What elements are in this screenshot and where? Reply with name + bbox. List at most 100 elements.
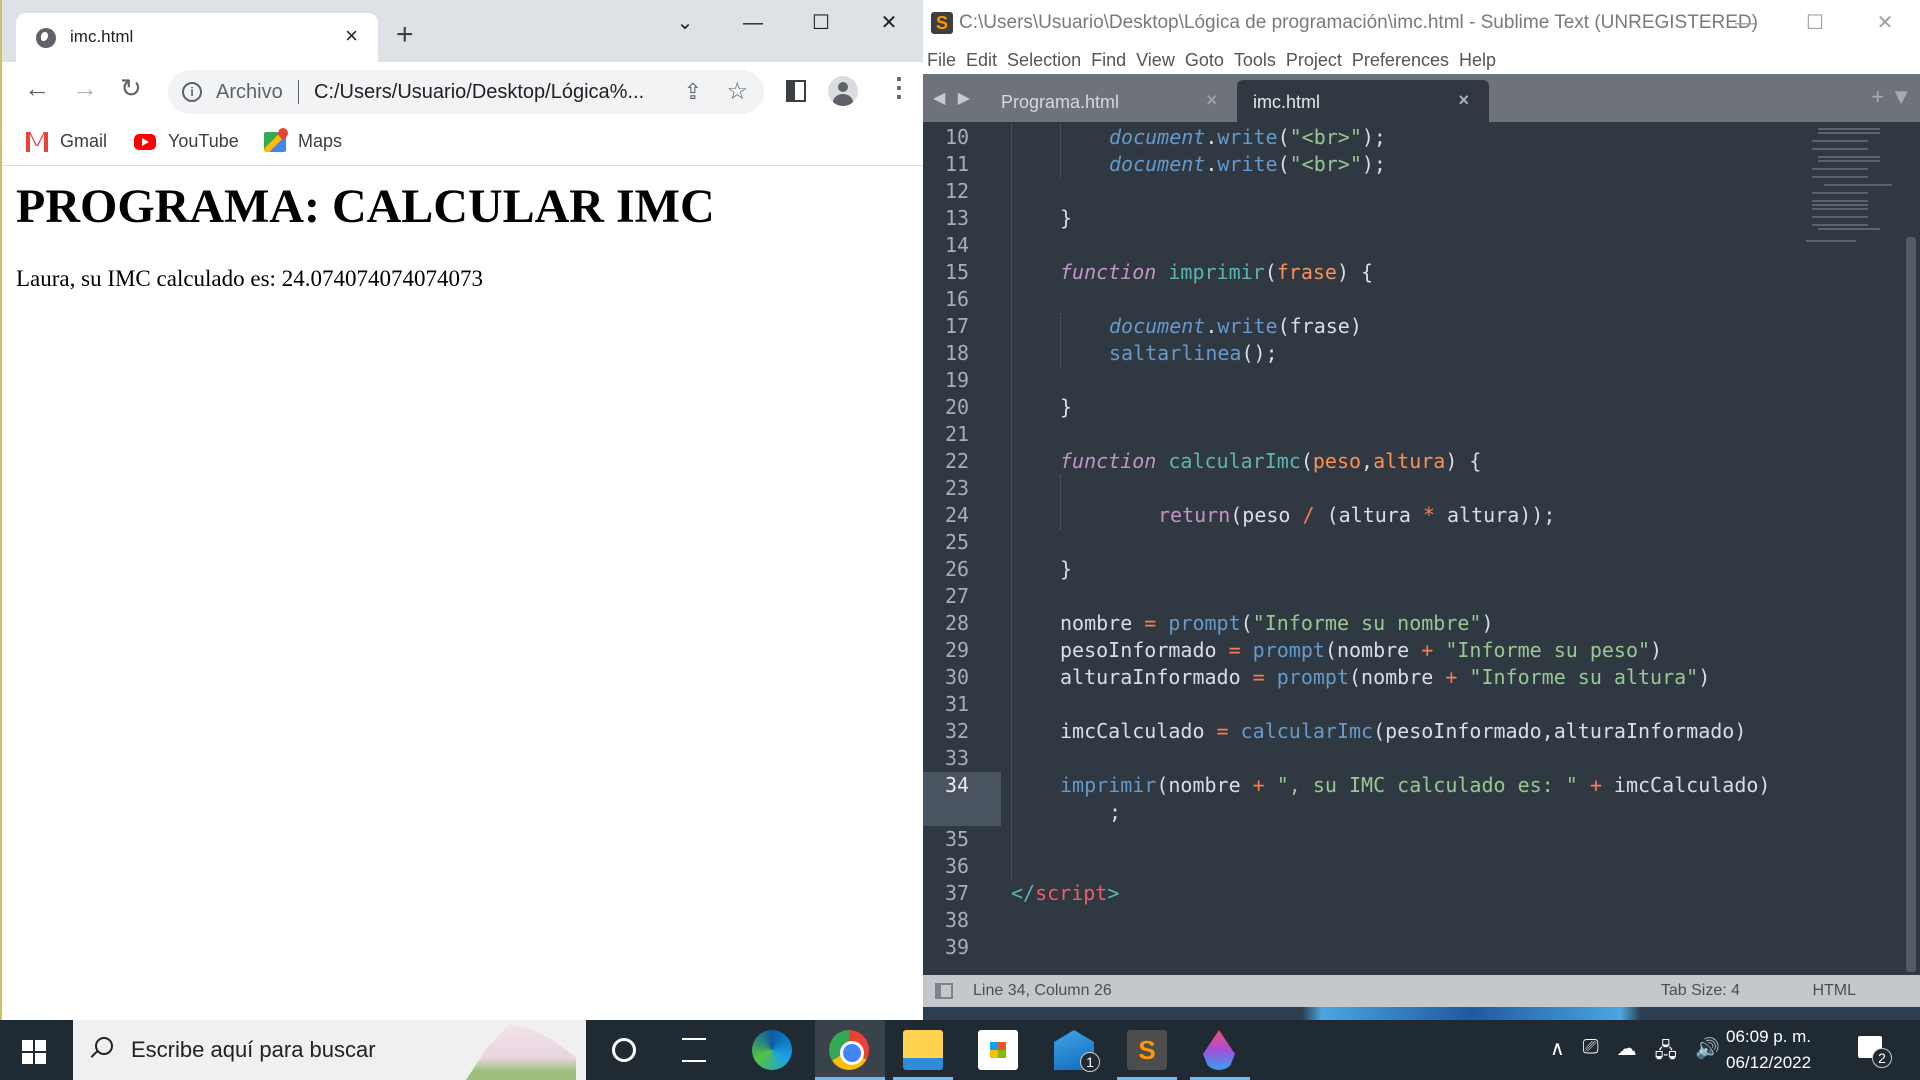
menu-preferences[interactable]: Preferences xyxy=(1352,46,1449,74)
windows-start-icon[interactable] xyxy=(22,1040,46,1064)
tab-size-selector[interactable]: Tab Size: 4 xyxy=(1661,982,1740,1000)
code-line[interactable]: 36 xyxy=(923,853,1920,880)
sublime-text-icon[interactable]: S xyxy=(1127,1030,1167,1070)
address-bar[interactable]: i Archivo C:/Users/Usuario/Desktop/Lógic… xyxy=(168,70,764,114)
code-line[interactable]: 38 xyxy=(923,907,1920,934)
site-info-icon[interactable]: i xyxy=(182,82,202,102)
maximize-button[interactable]: ☐ xyxy=(787,0,855,46)
bookmark-youtube[interactable]: YouTube xyxy=(134,131,239,152)
windows-taskbar: Escribe aquí para buscar 1 S ∧ ⎚ ☁ 🖧 🔊 0… xyxy=(0,1020,1920,1080)
new-tab-button[interactable]: + xyxy=(396,20,414,50)
chrome-menu-icon[interactable]: ⋮ xyxy=(886,74,912,100)
code-line[interactable]: 11 document.write("<br>"); xyxy=(923,151,1920,178)
share-icon[interactable]: ⇪ xyxy=(684,79,702,105)
menu-file[interactable]: File xyxy=(927,46,956,74)
onedrive-icon[interactable]: ☁ xyxy=(1617,1036,1637,1070)
chrome-tab-imc[interactable]: imc.html × xyxy=(16,13,378,63)
code-line[interactable]: 15 function imprimir(frase) { xyxy=(923,259,1920,286)
cortana-icon[interactable] xyxy=(612,1038,636,1062)
minimize-button[interactable]: — xyxy=(719,0,787,46)
syntax-selector[interactable]: HTML xyxy=(1812,982,1856,1000)
menu-view[interactable]: View xyxy=(1136,46,1175,74)
new-tab-dropdown-icon[interactable]: + ▼ xyxy=(1871,84,1912,110)
side-panel-icon[interactable] xyxy=(786,80,806,102)
code-line[interactable]: 37 </script> xyxy=(923,880,1920,907)
code-line[interactable]: 28 nombre = prompt("Informe su nombre") xyxy=(923,610,1920,637)
menu-tools[interactable]: Tools xyxy=(1234,46,1276,74)
code-line[interactable]: 16 xyxy=(923,286,1920,313)
code-line[interactable]: 22 function calcularImc(peso,altura) { xyxy=(923,448,1920,475)
code-line[interactable]: 32 imcCalculado = calcularImc(pesoInforma… xyxy=(923,718,1920,745)
task-view-icon[interactable] xyxy=(682,1038,706,1062)
tab-close-icon[interactable]: × xyxy=(1206,90,1217,111)
code-token: * xyxy=(1422,503,1435,527)
bookmark-gmail[interactable]: Gmail xyxy=(26,131,107,152)
menu-selection[interactable]: Selection xyxy=(1007,46,1081,74)
code-token: / xyxy=(1302,503,1315,527)
url-text[interactable]: C:/Users/Usuario/Desktop/Lógica%... xyxy=(314,81,644,104)
menu-find[interactable]: Find xyxy=(1091,46,1126,74)
toggle-panel-icon[interactable] xyxy=(935,983,953,999)
back-button[interactable]: ← xyxy=(24,75,50,101)
code-line[interactable]: 39 xyxy=(923,934,1920,961)
code-line[interactable]: 12 xyxy=(923,178,1920,205)
line-number: 23 xyxy=(945,476,970,500)
menu-project[interactable]: Project xyxy=(1286,46,1342,74)
code-line[interactable]: 20} xyxy=(923,394,1920,421)
code-line[interactable]: 34 imprimir(nombre + ", su IMC calculado … xyxy=(923,772,1920,799)
bookmark-maps[interactable]: Maps xyxy=(264,131,342,152)
cursor-position[interactable]: Line 34, Column 26 xyxy=(973,982,1112,1000)
code-line[interactable]: 31 xyxy=(923,691,1920,718)
code-line[interactable]: 26} xyxy=(923,556,1920,583)
action-center-icon[interactable]: 2 xyxy=(1858,1036,1892,1068)
close-button[interactable]: ✕ xyxy=(1850,0,1920,46)
code-line[interactable]: 17 document.write(frase) xyxy=(923,313,1920,340)
code-line[interactable]: 14 xyxy=(923,232,1920,259)
close-button[interactable]: ✕ xyxy=(855,0,923,46)
taskbar-search-box[interactable]: Escribe aquí para buscar xyxy=(73,1020,586,1080)
code-token: document xyxy=(1109,314,1206,338)
code-line[interactable]: 13} xyxy=(923,205,1920,232)
tab-scroll-arrows-icon[interactable]: ◀ ▶ xyxy=(933,88,974,108)
code-line[interactable]: 30 alturaInformado = prompt(nombre + "Inf… xyxy=(923,664,1920,691)
code-line[interactable]: 25 xyxy=(923,529,1920,556)
code-line[interactable]: 24 return(peso / (altura * altura)); xyxy=(923,502,1920,529)
file-explorer-icon[interactable] xyxy=(903,1030,943,1070)
code-line[interactable]: 19 xyxy=(923,367,1920,394)
maximize-button[interactable]: ☐ xyxy=(1780,0,1850,46)
show-hidden-icons-chevron-icon[interactable]: ∧ xyxy=(1550,1036,1565,1070)
code-token: imprimir xyxy=(1060,773,1157,797)
menu-edit[interactable]: Edit xyxy=(966,46,997,74)
tab-close-icon[interactable]: × xyxy=(1458,90,1469,111)
code-line[interactable]: 10 document.write("<br>"); xyxy=(923,124,1920,151)
bookmark-star-icon[interactable]: ☆ xyxy=(726,77,748,106)
taskbar-clock[interactable]: 06:09 p. m. 06/12/2022 xyxy=(1726,1024,1811,1076)
meet-now-icon[interactable]: ⎚ xyxy=(1583,1036,1599,1070)
code-line[interactable]: 23 xyxy=(923,475,1920,502)
chrome-icon[interactable] xyxy=(829,1030,869,1070)
code-line[interactable]: 29 pesoInformado = prompt(nombre + "Infor… xyxy=(923,637,1920,664)
menu-help[interactable]: Help xyxy=(1459,46,1496,74)
editor-tab-imc[interactable]: imc.html × xyxy=(1237,80,1489,122)
minimize-button[interactable]: — xyxy=(1710,0,1780,46)
tab-close-icon[interactable]: × xyxy=(345,23,358,49)
profile-avatar[interactable] xyxy=(828,76,858,106)
code-line[interactable]: 27 xyxy=(923,583,1920,610)
menu-goto[interactable]: Goto xyxy=(1185,46,1224,74)
tab-search-dropdown-icon[interactable]: ⌄ xyxy=(651,0,719,46)
editor-tab-programa[interactable]: Programa.html × xyxy=(985,80,1237,122)
code-line[interactable]: ; xyxy=(923,799,1920,826)
code-line[interactable]: 21 xyxy=(923,421,1920,448)
paint-icon[interactable] xyxy=(1203,1030,1235,1070)
microsoft-store-icon[interactable] xyxy=(978,1030,1018,1070)
code-line[interactable]: 35 xyxy=(923,826,1920,853)
forward-button[interactable]: → xyxy=(72,75,98,101)
edge-icon[interactable] xyxy=(752,1030,792,1070)
reload-button[interactable]: ↻ xyxy=(120,75,142,101)
network-icon[interactable]: 🖧 xyxy=(1655,1036,1677,1070)
code-editor[interactable]: 10 document.write("<br>"); 11 document.writ… xyxy=(923,122,1920,975)
code-line[interactable]: 33 xyxy=(923,745,1920,772)
volume-icon[interactable]: 🔊 xyxy=(1695,1036,1720,1070)
code-line[interactable]: 18 saltarlinea(); xyxy=(923,340,1920,367)
